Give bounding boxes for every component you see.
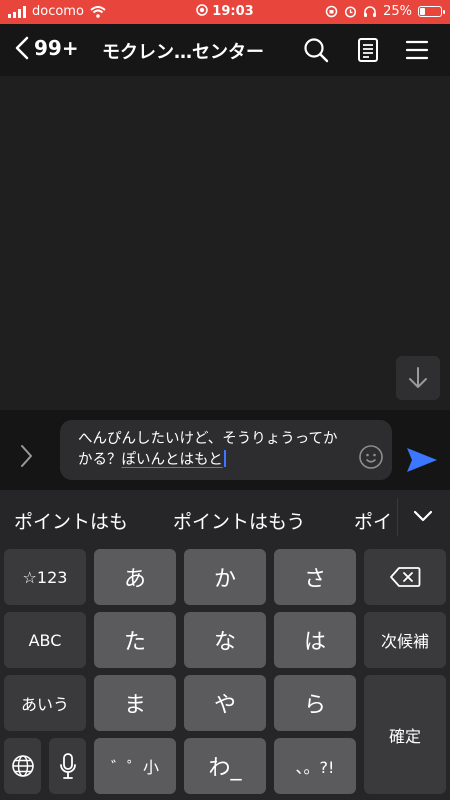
- emoji-icon[interactable]: [358, 444, 384, 470]
- chevron-down-icon[interactable]: [411, 504, 435, 528]
- back-button[interactable]: 99+: [14, 36, 79, 60]
- globe-icon: [11, 755, 34, 777]
- key-next-candidate[interactable]: 次候補: [364, 612, 446, 668]
- key-ha[interactable]: は: [274, 612, 356, 668]
- chat-messages-area[interactable]: [0, 76, 450, 410]
- microphone-icon: [59, 753, 76, 779]
- key-ka[interactable]: か: [184, 549, 266, 605]
- arrow-down-icon: [409, 367, 427, 388]
- key-ta[interactable]: た: [94, 612, 176, 668]
- alarm-icon: [345, 6, 357, 18]
- key-confirm[interactable]: 確定: [364, 675, 446, 794]
- search-icon[interactable]: [302, 36, 330, 64]
- key-a[interactable]: あ: [94, 549, 176, 605]
- key-na[interactable]: な: [184, 612, 266, 668]
- flick-keyboard: ☆123 あ か さ ABC た な は 次候補 あいう ま や ら 確定 ゛゜…: [0, 546, 450, 800]
- status-bar: docomo 19:03 25%: [0, 0, 450, 24]
- battery-fill: [420, 8, 425, 15]
- candidate-divider: [397, 498, 398, 536]
- chevron-right-icon[interactable]: [18, 444, 34, 468]
- candidate-item[interactable]: ポイントはも: [14, 507, 128, 534]
- unread-count: 99+: [34, 36, 79, 60]
- key-punctuation[interactable]: 、。?!: [274, 738, 356, 794]
- screen-record-icon: [196, 4, 209, 16]
- send-icon[interactable]: [405, 446, 439, 474]
- key-backspace[interactable]: [364, 549, 446, 605]
- key-ya[interactable]: や: [184, 675, 266, 731]
- key-wa[interactable]: わ_: [184, 738, 266, 794]
- key-ra[interactable]: ら: [274, 675, 356, 731]
- key-symbols[interactable]: ☆123: [4, 549, 86, 605]
- battery-icon: [418, 6, 445, 17]
- key-abc[interactable]: ABC: [4, 612, 86, 668]
- chat-header: 99+ モクレン…センター: [0, 24, 450, 76]
- status-right: 25%: [325, 4, 445, 19]
- key-sa[interactable]: さ: [274, 549, 356, 605]
- message-input[interactable]: へんぴんしたいけど、そうりょうってかかる？ぽいんとはもと: [60, 420, 392, 480]
- key-ma[interactable]: ま: [94, 675, 176, 731]
- menu-icon[interactable]: [403, 36, 431, 64]
- candidate-bar: ポイントはも ポイントはもう ポイ: [0, 490, 450, 546]
- message-text-composing: ぽいんとはもと: [121, 452, 223, 468]
- key-kana[interactable]: あいう: [4, 675, 86, 731]
- notes-icon[interactable]: [354, 36, 382, 64]
- backspace-icon: [390, 567, 421, 587]
- candidate-item[interactable]: ポイ: [354, 507, 397, 534]
- message-composer: へんぴんしたいけど、そうりょうってかかる？ぽいんとはもと: [0, 410, 450, 490]
- key-dakuten[interactable]: ゛゜小: [94, 738, 176, 794]
- clock-time: 19:03: [212, 4, 254, 19]
- candidate-item[interactable]: ポイントはもう: [173, 507, 305, 534]
- headphones-icon: [364, 6, 377, 17]
- battery-percent: 25%: [383, 4, 412, 19]
- scroll-to-bottom-button[interactable]: [396, 356, 440, 400]
- chevron-left-icon: [15, 36, 29, 60]
- key-globe[interactable]: [4, 738, 41, 794]
- rotation-lock-icon: [325, 5, 338, 18]
- text-caret: [223, 450, 226, 467]
- chat-title: モクレン…センター: [102, 42, 264, 63]
- key-dictation[interactable]: [49, 738, 86, 794]
